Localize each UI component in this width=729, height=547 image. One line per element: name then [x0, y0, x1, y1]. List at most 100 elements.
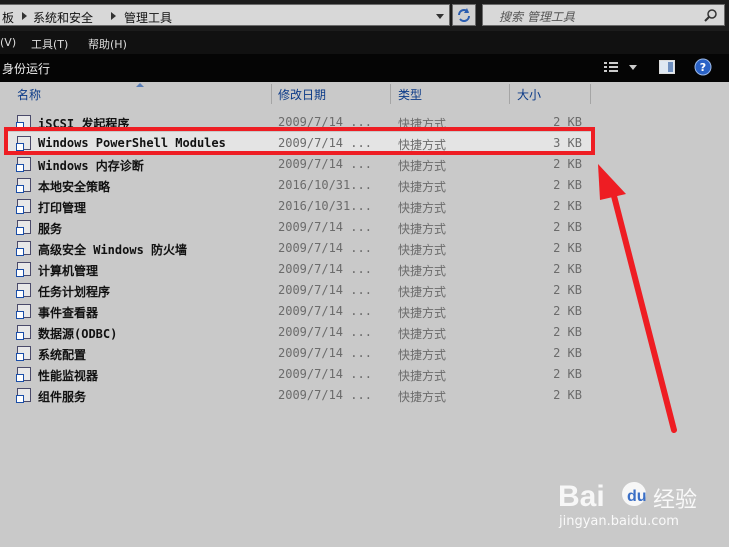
menu-tools[interactable]: 工具(T): [31, 36, 68, 52]
file-name: 高级安全 Windows 防火墙: [38, 243, 188, 257]
annotation-arrow-icon: [598, 164, 677, 433]
file-size: 2 KB: [553, 283, 582, 297]
file-date: 2009/7/14 ...: [278, 220, 372, 234]
file-size: 2 KB: [553, 199, 582, 213]
file-size: 2 KB: [553, 325, 582, 339]
file-date: 2009/7/14 ...: [278, 388, 372, 402]
preview-pane-icon[interactable]: [659, 60, 675, 74]
file-date: 2009/7/14 ...: [278, 304, 372, 318]
file-size: 2 KB: [553, 388, 582, 402]
shortcut-icon: [16, 157, 31, 172]
view-dropdown-icon[interactable]: [629, 65, 637, 70]
file-date: 2009/7/14 ...: [278, 283, 372, 297]
file-name: 计算机管理: [38, 264, 99, 278]
watermark-url: jingyan.baidu.com: [559, 514, 679, 529]
file-type: 快捷方式: [398, 306, 447, 320]
run-as-button[interactable]: 身份运行: [2, 60, 50, 77]
file-date: 2009/7/14 ...: [278, 241, 372, 255]
help-icon[interactable]: ?: [694, 58, 712, 76]
svg-text:Bai: Bai: [558, 480, 605, 513]
command-toolbar: 身份运行 ?: [0, 54, 729, 82]
file-date: 2016/10/31...: [278, 199, 372, 213]
file-type: 快捷方式: [398, 327, 447, 341]
address-dropdown-icon[interactable]: [436, 14, 444, 19]
shortcut-icon: [16, 220, 31, 235]
menu-bar: (V) 工具(T) 帮助(H): [0, 31, 729, 54]
file-date: 2009/7/14 ...: [278, 262, 372, 276]
file-name: 服务: [38, 222, 63, 236]
file-type: 快捷方式: [398, 369, 447, 383]
file-size: 2 KB: [553, 262, 582, 276]
file-type: 快捷方式: [398, 222, 447, 236]
file-name: 数据源(ODBC): [38, 327, 118, 341]
file-type: 快捷方式: [398, 159, 447, 173]
menu-help[interactable]: 帮助(H): [88, 36, 127, 52]
file-name: 任务计划程序: [38, 285, 111, 299]
svg-text:?: ?: [700, 61, 706, 74]
file-date: 2009/7/14 ...: [278, 157, 372, 171]
breadcrumb-separator-icon[interactable]: [22, 12, 27, 20]
address-bar[interactable]: 板 系统和安全 管理工具: [0, 4, 450, 26]
column-header-type[interactable]: 类型: [398, 86, 422, 103]
file-name: 事件查看器: [38, 306, 99, 320]
shortcut-icon: [16, 304, 31, 319]
file-type: 快捷方式: [398, 285, 447, 299]
column-divider[interactable]: [390, 84, 391, 104]
shortcut-icon: [16, 283, 31, 298]
shortcut-icon: [16, 325, 31, 340]
breadcrumb-control-panel[interactable]: 板: [2, 9, 14, 26]
refresh-icon: [458, 8, 470, 22]
file-name: Windows 内存诊断: [38, 159, 144, 173]
breadcrumb-separator-icon[interactable]: [111, 12, 116, 20]
column-header-name[interactable]: 名称: [17, 86, 41, 103]
column-divider[interactable]: [509, 84, 510, 104]
refresh-button[interactable]: [452, 4, 476, 26]
file-name: 本地安全策略: [38, 180, 111, 194]
column-divider[interactable]: [271, 84, 272, 104]
file-type: 快捷方式: [398, 201, 447, 215]
file-type: 快捷方式: [398, 264, 447, 278]
shortcut-icon: [16, 262, 31, 277]
search-placeholder: 搜索 管理工具: [499, 10, 575, 24]
menu-view[interactable]: (V): [0, 36, 16, 49]
shortcut-icon: [16, 388, 31, 403]
file-date: 2016/10/31...: [278, 178, 372, 192]
file-size: 2 KB: [553, 220, 582, 234]
file-type: 快捷方式: [398, 243, 447, 257]
file-name: 系统配置: [38, 348, 87, 362]
file-date: 2009/7/14 ...: [278, 367, 372, 381]
file-size: 2 KB: [553, 157, 582, 171]
search-icon[interactable]: [704, 8, 718, 22]
breadcrumb-system-security[interactable]: 系统和安全: [33, 9, 93, 26]
file-type: 快捷方式: [398, 390, 447, 404]
breadcrumb-admin-tools[interactable]: 管理工具: [124, 9, 172, 26]
annotation-highlight-box: [4, 127, 595, 155]
column-divider[interactable]: [590, 84, 591, 104]
column-header-row: 名称 修改日期 类型 大小: [0, 82, 729, 106]
shortcut-icon: [16, 199, 31, 214]
shortcut-icon: [16, 346, 31, 361]
file-name: 性能监视器: [38, 369, 99, 383]
file-name: 打印管理: [38, 201, 87, 215]
file-size: 2 KB: [553, 241, 582, 255]
sort-ascending-icon: [136, 83, 144, 87]
svg-text:du: du: [627, 488, 647, 505]
column-header-date[interactable]: 修改日期: [278, 86, 326, 103]
address-bar-area: 板 系统和安全 管理工具 搜索 管理工具: [0, 0, 729, 31]
file-name: 组件服务: [38, 390, 87, 404]
view-options-icon[interactable]: [604, 61, 618, 73]
file-size: 2 KB: [553, 304, 582, 318]
shortcut-icon: [16, 241, 31, 256]
file-date: 2009/7/14 ...: [278, 346, 372, 360]
baidu-watermark: Bai du 经验 jingyan.baidu.com: [556, 468, 706, 542]
file-type: 快捷方式: [398, 348, 447, 362]
shortcut-icon: [16, 367, 31, 382]
file-date: 2009/7/14 ...: [278, 325, 372, 339]
file-size: 2 KB: [553, 367, 582, 381]
shortcut-icon: [16, 178, 31, 193]
file-size: 2 KB: [553, 346, 582, 360]
search-box[interactable]: 搜索 管理工具: [482, 4, 725, 26]
watermark-jingyan: 经验: [653, 488, 698, 513]
column-header-size[interactable]: 大小: [517, 86, 541, 103]
file-type: 快捷方式: [398, 180, 447, 194]
